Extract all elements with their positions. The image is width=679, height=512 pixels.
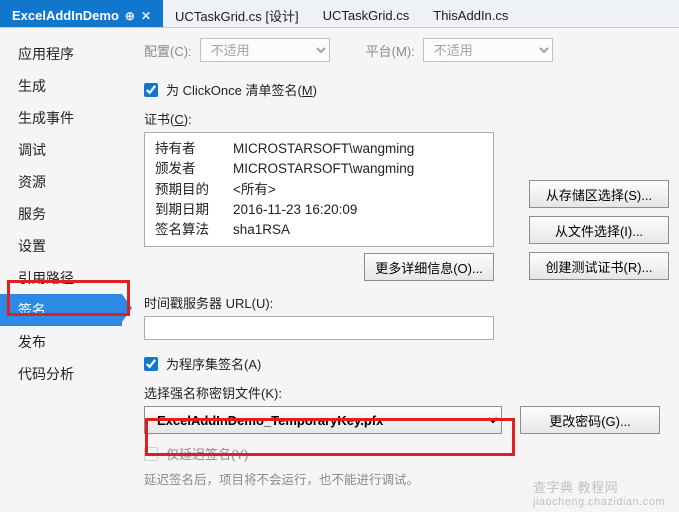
timestamp-label-row: 时间戳服务器 URL(U): — [144, 293, 667, 312]
delay-sign-hint: 延迟签名后，项目将不会运行，也不能进行调试。 — [144, 469, 419, 488]
select-from-file-button[interactable]: 从文件选择(I)... — [529, 216, 669, 244]
sidebar-item-debug[interactable]: 调试 — [0, 134, 122, 166]
delay-sign-row: 仅延迟签名(Y) — [144, 444, 667, 463]
change-password-button[interactable]: 更改密码(G)... — [520, 406, 660, 434]
sign-clickonce-row: 为 ClickOnce 清单签名(M) — [144, 80, 667, 99]
close-icon[interactable]: ✕ — [141, 9, 151, 23]
cert-expire-key: 到期日期 — [155, 200, 233, 220]
project-properties-sidebar: 应用程序 生成 生成事件 调试 资源 服务 设置 引用路径 签名 发布 代码分析 — [0, 28, 122, 512]
delay-sign-label: 仅延迟签名(Y) — [166, 444, 248, 463]
sign-clickonce-checkbox[interactable] — [144, 83, 158, 97]
sign-clickonce-label: 为 ClickOnce 清单签名(M) — [166, 80, 317, 99]
timestamp-input-row — [144, 316, 667, 340]
tab-uctaskgrid-design[interactable]: UCTaskGrid.cs [设计] — [163, 0, 311, 27]
sidebar-item-services[interactable]: 服务 — [0, 198, 122, 230]
main-area: 应用程序 生成 生成事件 调试 资源 服务 设置 引用路径 签名 发布 代码分析… — [0, 28, 679, 512]
cert-buttons-column: 从存储区选择(S)... 从文件选择(I)... 创建测试证书(R)... — [529, 180, 669, 280]
tab-excel-addin-demo[interactable]: ExcelAddInDemo ⊕ ✕ — [0, 0, 163, 27]
cert-section-label-row: 证书(C): — [144, 109, 667, 128]
sidebar-item-settings[interactable]: 设置 — [0, 230, 122, 262]
tab-label: ExcelAddInDemo — [12, 8, 119, 23]
platform-select: 不适用 — [423, 38, 553, 62]
tab-uctaskgrid-cs[interactable]: UCTaskGrid.cs — [311, 0, 422, 27]
sign-assembly-checkbox[interactable] — [144, 357, 158, 371]
platform-label: 平台(M): — [366, 41, 415, 60]
delay-sign-checkbox — [144, 447, 158, 461]
create-test-cert-button[interactable]: 创建测试证书(R)... — [529, 252, 669, 280]
config-platform-row: 配置(C): 不适用 平台(M): 不适用 — [144, 38, 667, 62]
sign-assembly-row: 为程序集签名(A) — [144, 354, 667, 373]
sidebar-item-build[interactable]: 生成 — [0, 70, 122, 102]
sidebar-item-app[interactable]: 应用程序 — [0, 38, 122, 70]
select-from-store-button[interactable]: 从存储区选择(S)... — [529, 180, 669, 208]
sidebar-item-resources[interactable]: 资源 — [0, 166, 122, 198]
more-detail-button[interactable]: 更多详细信息(O)... — [364, 253, 494, 281]
tab-label: ThisAddIn.cs — [433, 8, 508, 23]
sidebar-item-refpaths[interactable]: 引用路径 — [0, 262, 122, 294]
tab-thisaddin-cs[interactable]: ThisAddIn.cs — [421, 0, 520, 27]
timestamp-label: 时间戳服务器 URL(U): — [144, 293, 273, 312]
timestamp-url-input[interactable] — [144, 316, 494, 340]
certificate-info-box: 持有者MICROSTARSOFT\wangming 颁发者MICROSTARSO… — [144, 132, 494, 247]
cert-holder-val: MICROSTARSOFT\wangming — [233, 139, 414, 159]
cert-holder-key: 持有者 — [155, 139, 233, 159]
tab-label: UCTaskGrid.cs — [323, 8, 410, 23]
watermark-line1: 查字典 教程网 — [533, 480, 618, 495]
sign-assembly-label: 为程序集签名(A) — [166, 354, 261, 373]
cert-algo-val: sha1RSA — [233, 220, 290, 240]
cert-issuer-val: MICROSTARSOFT\wangming — [233, 159, 414, 179]
config-select: 不适用 — [200, 38, 330, 62]
cert-purpose-val: <所有> — [233, 180, 276, 200]
watermark: 查字典 教程网 jiaocheng.chazidian.com — [533, 477, 665, 508]
key-file-select[interactable]: ExcelAddInDemo_TemporaryKey.pfx — [144, 406, 502, 434]
more-detail-row: 更多详细信息(O)... — [144, 253, 494, 281]
sidebar-item-build-events[interactable]: 生成事件 — [0, 102, 122, 134]
sidebar-item-publish[interactable]: 发布 — [0, 326, 122, 358]
tab-label: UCTaskGrid.cs [设计] — [175, 6, 299, 25]
watermark-line2: jiaocheng.chazidian.com — [533, 496, 665, 508]
key-file-label: 选择强名称密钥文件(K): — [144, 383, 282, 402]
sidebar-item-signing[interactable]: 签名 — [0, 294, 122, 326]
document-tabbar: ExcelAddInDemo ⊕ ✕ UCTaskGrid.cs [设计] UC… — [0, 0, 679, 28]
cert-purpose-key: 预期目的 — [155, 180, 233, 200]
signing-pane: 配置(C): 不适用 平台(M): 不适用 为 ClickOnce 清单签名(M… — [122, 28, 679, 512]
key-file-row: ExcelAddInDemo_TemporaryKey.pfx 更改密码(G).… — [144, 406, 667, 434]
cert-issuer-key: 颁发者 — [155, 159, 233, 179]
cert-section-label: 证书(C): — [144, 109, 192, 128]
cert-algo-key: 签名算法 — [155, 220, 233, 240]
cert-expire-val: 2016-11-23 16:20:09 — [233, 200, 357, 220]
key-file-label-row: 选择强名称密钥文件(K): — [144, 383, 667, 402]
sidebar-item-code-analysis[interactable]: 代码分析 — [0, 358, 122, 390]
pin-icon[interactable]: ⊕ — [125, 9, 135, 23]
config-label: 配置(C): — [144, 41, 192, 60]
